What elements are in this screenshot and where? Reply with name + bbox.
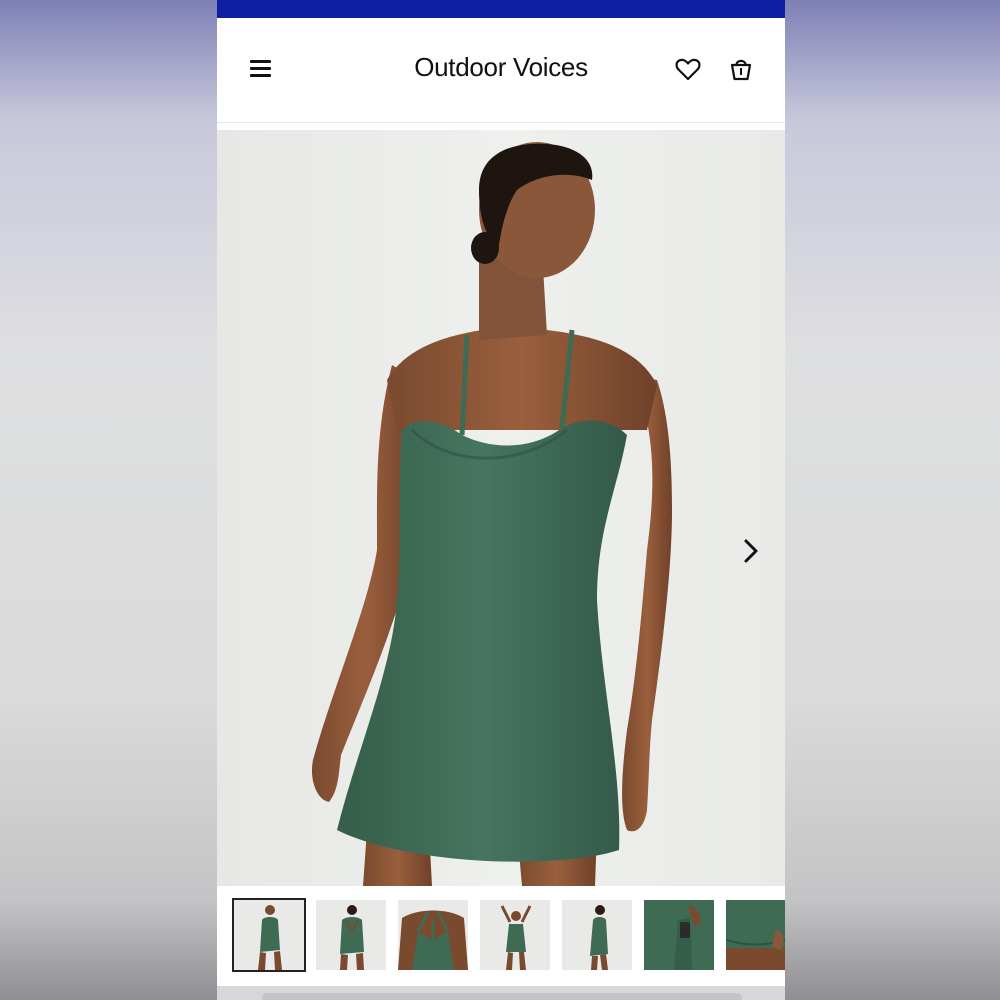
thumb-front-full[interactable]	[232, 898, 306, 972]
site-header: Outdoor Voices	[217, 18, 785, 123]
shopping-bag-icon[interactable]	[726, 54, 756, 84]
background-left	[0, 0, 218, 1000]
background-right	[785, 0, 1000, 1000]
thumb-side-view[interactable]	[562, 900, 632, 970]
product-main-image[interactable]	[217, 130, 785, 886]
thumb-back-straps-closeup[interactable]	[398, 900, 468, 970]
thumb-back-full[interactable]	[316, 900, 386, 970]
heart-icon[interactable]	[673, 54, 703, 84]
browser-address-pill[interactable]	[262, 993, 742, 1000]
phone-screen: Outdoor Voices	[217, 0, 785, 1000]
thumb-pocket-detail[interactable]	[644, 900, 714, 970]
status-top-bar	[217, 0, 785, 18]
chevron-right-icon[interactable]	[737, 535, 765, 567]
model-illustration	[311, 142, 672, 886]
thumb-arms-raised[interactable]	[480, 900, 550, 970]
thumbnail-strip	[217, 886, 785, 986]
thumb-hem-detail[interactable]	[726, 900, 785, 970]
